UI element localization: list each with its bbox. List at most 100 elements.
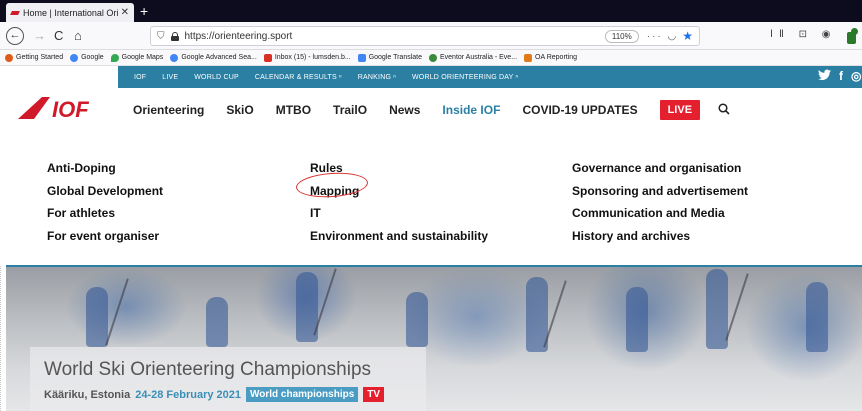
bookmark-label: Google [81, 54, 104, 61]
bookmark-google-advanced[interactable]: Google Advanced Sea... [170, 53, 257, 62]
link-governance[interactable]: Governance and organisation [572, 157, 748, 180]
link-it[interactable]: IT [310, 202, 488, 225]
utility-link-iof[interactable]: IOF [134, 74, 146, 81]
close-tab-icon[interactable]: ✕ [121, 7, 129, 18]
dropdown-column-3: Governance and organisation Sponsoring a… [572, 157, 748, 247]
page-actions-icon[interactable]: ··· ◡ [647, 31, 679, 42]
hero-meta: Kääriku, Estonia 24-28 February 2021 Wor… [44, 387, 385, 402]
hero-banner[interactable]: World Ski Orienteering Championships Kää… [6, 267, 862, 411]
tv-badge[interactable]: TV [363, 387, 385, 402]
bookmark-label: OA Reporting [535, 54, 578, 61]
link-history-archives[interactable]: History and archives [572, 225, 748, 248]
link-global-development[interactable]: Global Development [47, 180, 163, 203]
gmail-icon [263, 53, 272, 62]
bookmark-google-translate[interactable]: Google Translate [357, 53, 422, 62]
skier-figure [626, 287, 648, 352]
menu-traila[interactable]: TrailO [333, 103, 367, 117]
maps-pin-icon [110, 53, 119, 62]
browser-tab[interactable]: Home | International Orienteer ✕ [6, 3, 134, 22]
live-button[interactable]: LIVE [659, 100, 701, 120]
bookmark-star-icon[interactable]: ★ [682, 29, 693, 43]
ski-pole [725, 273, 749, 341]
zoom-level-badge[interactable]: 110% [604, 29, 639, 43]
google-icon [70, 53, 79, 62]
skier-figure [706, 269, 728, 349]
social-links: f ◎ [818, 69, 861, 84]
utility-link-calendar[interactable]: CALENDAR & RESULTS ⁿ [255, 74, 342, 81]
new-tab-button[interactable]: + [140, 3, 148, 19]
reload-button[interactable]: C [54, 27, 63, 45]
hero-title[interactable]: World Ski Orienteering Championships [44, 359, 371, 381]
twitter-icon[interactable] [818, 69, 831, 84]
bookmark-inbox[interactable]: Inbox (15) - lumsden.b... [263, 53, 351, 62]
link-environment-sustainability[interactable]: Environment and sustainability [310, 225, 488, 248]
menu-inside-iof[interactable]: Inside IOF [442, 103, 500, 117]
skier-figure [86, 287, 108, 347]
category-badge[interactable]: World championships [246, 387, 359, 402]
ski-pole [105, 278, 129, 346]
inside-iof-dropdown: Anti-Doping Global Development For athle… [0, 128, 862, 265]
skier-figure [206, 297, 228, 347]
link-for-event-organiser[interactable]: For event organiser [47, 225, 163, 248]
lock-icon[interactable] [170, 31, 179, 41]
browser-window: Home | International Orienteer ✕ + ← → C… [0, 0, 862, 411]
google-icon [170, 53, 179, 62]
utility-links: IOF LIVE WORLD CUP CALENDAR & RESULTS ⁿ … [134, 66, 518, 88]
translate-icon [357, 53, 366, 62]
bookmark-google[interactable]: Google [70, 53, 104, 62]
link-for-athletes[interactable]: For athletes [47, 202, 163, 225]
iof-logo[interactable]: IOF [16, 95, 110, 121]
bookmark-label: Eventor Australia - Eve... [440, 54, 518, 61]
menu-skio[interactable]: SkiO [226, 103, 253, 117]
bookmark-getting-started[interactable]: Getting Started [5, 53, 64, 62]
oa-icon [524, 53, 533, 62]
address-bar[interactable]: ⛉ https://orienteering.sport 110% ··· ◡ … [150, 26, 700, 46]
logo-text: IOF [52, 97, 89, 121]
home-button[interactable]: ⌂ [74, 27, 82, 45]
tab-strip: Home | International Orienteer ✕ + [0, 0, 862, 22]
utility-link-world-orienteering-day[interactable]: WORLD ORIENTEERING DAY ⁿ [412, 74, 518, 81]
link-sponsoring[interactable]: Sponsoring and advertisement [572, 180, 748, 203]
event-location: Kääriku, Estonia [44, 388, 131, 401]
event-dates: 24-28 February 2021 [135, 388, 241, 401]
tab-title: Home | International Orienteer [23, 7, 118, 18]
forward-button[interactable]: → [33, 27, 46, 45]
bookmark-eventor[interactable]: Eventor Australia - Eve... [429, 53, 518, 62]
dropdown-column-1: Anti-Doping Global Development For athle… [47, 157, 163, 247]
bookmark-oa-reporting[interactable]: OA Reporting [524, 53, 578, 62]
main-menu: Orienteering SkiO MTBO TrailO News Insid… [133, 100, 730, 120]
menu-covid-updates[interactable]: COVID-19 UPDATES [522, 103, 637, 117]
bookmark-label: Inbox (15) - lumsden.b... [274, 54, 351, 61]
bookmark-label: Google Advanced Sea... [181, 54, 257, 61]
skier-figure [406, 292, 428, 347]
bookmark-label: Getting Started [16, 54, 64, 61]
utility-link-live[interactable]: LIVE [162, 74, 178, 81]
firefox-icon [5, 53, 13, 62]
utility-link-ranking[interactable]: RANKING ⁿ [358, 74, 396, 81]
bookmark-label: Google Maps [121, 54, 164, 61]
link-communication-media[interactable]: Communication and Media [572, 202, 748, 225]
link-anti-doping[interactable]: Anti-Doping [47, 157, 163, 180]
search-icon[interactable] [718, 102, 730, 118]
bookmark-google-maps[interactable]: Google Maps [110, 53, 164, 62]
site-utility-bar: IOF LIVE WORLD CUP CALENDAR & RESULTS ⁿ … [0, 66, 862, 88]
facebook-icon[interactable]: f [839, 69, 843, 84]
iof-favicon-icon [11, 10, 19, 16]
bookmarks-bar: Getting Started Google Google Maps Googl… [0, 50, 862, 66]
instagram-icon[interactable]: ◎ [851, 69, 861, 84]
extension-icon[interactable] [845, 26, 859, 44]
eventor-icon [429, 53, 437, 62]
navigation-bar: ← → C ⌂ ⛉ https://orienteering.sport 110… [0, 22, 862, 50]
back-button[interactable]: ← [6, 27, 24, 45]
url-text[interactable]: https://orienteering.sport [185, 31, 605, 42]
skier-figure [806, 282, 828, 352]
library-sync-icons[interactable]: ⅠⅡ ⊡ ◉ [770, 29, 837, 40]
bookmark-label: Google Translate [368, 54, 422, 61]
hero-caption[interactable]: World Ski Orienteering Championships Kää… [30, 347, 426, 411]
menu-mtbo[interactable]: MTBO [276, 103, 311, 117]
tracking-shield-icon[interactable]: ⛉ [157, 31, 165, 42]
menu-news[interactable]: News [389, 103, 420, 117]
menu-orienteering[interactable]: Orienteering [133, 103, 204, 117]
dropdown-column-2: Rules Mapping IT Environment and sustain… [310, 157, 488, 247]
utility-link-world-cup[interactable]: WORLD CUP [194, 74, 239, 81]
